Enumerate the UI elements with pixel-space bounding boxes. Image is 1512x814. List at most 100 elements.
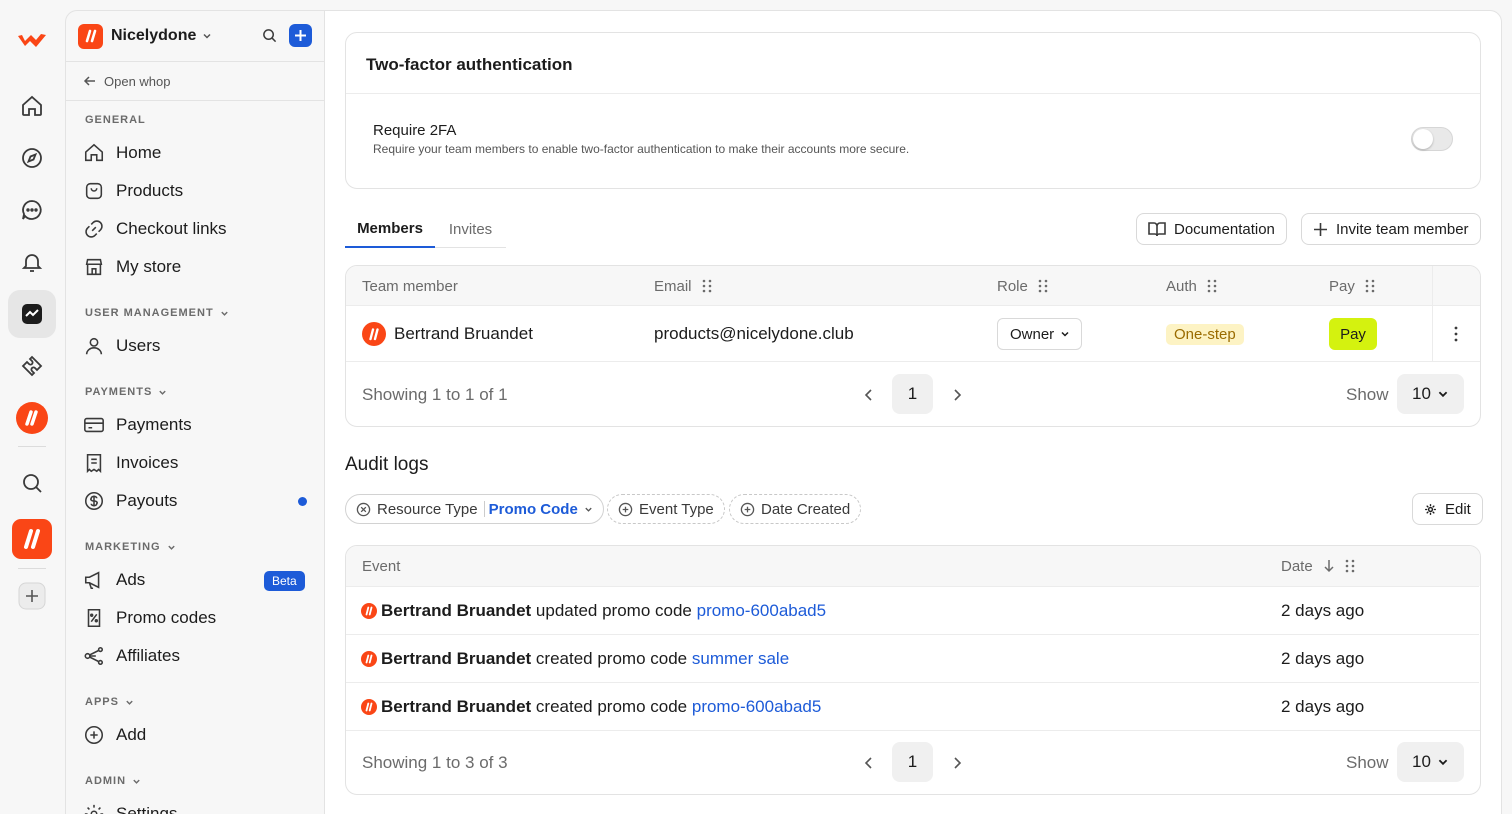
filter-resource-type[interactable]: Resource Type Promo Code: [345, 494, 604, 524]
previous-page-icon[interactable]: [862, 755, 876, 771]
puzzle-icon[interactable]: [8, 342, 56, 390]
section-user-management[interactable]: USER MANAGEMENT: [85, 307, 229, 319]
sidebar-item-home[interactable]: Home: [83, 136, 308, 170]
arrow-left-icon: [83, 76, 95, 86]
plus-icon: [295, 30, 306, 41]
drag-handle-icon: [1345, 559, 1354, 573]
sidebar-item-products[interactable]: Products: [83, 174, 308, 208]
add-store-icon[interactable]: [8, 572, 56, 620]
log-date: 2 days ago: [1281, 696, 1365, 716]
sidebar-item-add[interactable]: Add: [83, 718, 308, 752]
sort-arrow-down-icon: [1324, 560, 1334, 573]
audit-logs-table: Event Date Bertrand Bruandet updated pro…: [345, 545, 1481, 795]
sidebar-item-users[interactable]: Users: [83, 329, 308, 363]
require-2fa-toggle[interactable]: [1411, 127, 1453, 151]
app-rail: [0, 0, 65, 814]
sidebar-item-ads[interactable]: Ads Beta: [83, 563, 308, 597]
documentation-button[interactable]: Documentation: [1136, 213, 1287, 245]
require-2fa-description: Require your team members to enable two-…: [373, 142, 910, 156]
section-payments[interactable]: PAYMENTS: [85, 386, 167, 398]
search-icon[interactable]: [8, 459, 56, 507]
section-apps[interactable]: APPS: [85, 696, 134, 708]
bag-icon: [85, 182, 103, 200]
show-label: Show: [1346, 385, 1389, 404]
page-size-select[interactable]: 10: [1397, 742, 1464, 782]
members-table: Team member Email Role Auth Pay Bertrand…: [345, 265, 1481, 427]
chevron-down-icon: [133, 779, 140, 784]
log-target-link[interactable]: summer sale: [692, 649, 789, 669]
role-select[interactable]: Owner: [997, 318, 1083, 350]
pay-button[interactable]: Pay: [1329, 318, 1377, 350]
log-target-link[interactable]: promo-600abad5: [697, 601, 826, 621]
divider: [346, 93, 1480, 94]
bell-icon[interactable]: [8, 238, 56, 286]
sidebar-item-payouts[interactable]: Payouts: [83, 484, 308, 518]
brand-logo-icon: [78, 23, 103, 49]
dollar-icon: [84, 491, 104, 511]
sidebar-item-my-store[interactable]: My store: [83, 250, 308, 284]
log-date: 2 days ago: [1281, 648, 1365, 668]
home-icon[interactable]: [8, 82, 56, 130]
table-row[interactable]: Bertrand Bruandet updated promo code pro…: [346, 586, 1479, 634]
column-header-email[interactable]: Email: [654, 266, 712, 306]
filter-event-type[interactable]: Event Type: [607, 494, 725, 524]
column-header-auth[interactable]: Auth: [1166, 266, 1217, 306]
invite-team-member-button[interactable]: Invite team member: [1301, 213, 1481, 245]
actor-avatar: [361, 698, 377, 715]
sidebar-item-checkout-links[interactable]: Checkout links: [83, 212, 308, 246]
toggle-knob: [1413, 129, 1433, 149]
page-number[interactable]: 1: [892, 742, 933, 782]
log-target-link[interactable]: promo-600abad5: [692, 697, 821, 717]
home-icon: [84, 143, 104, 162]
pagination-summary: Showing 1 to 1 of 1: [362, 385, 508, 404]
more-options-icon[interactable]: [1450, 324, 1462, 344]
compass-icon[interactable]: [8, 134, 56, 182]
next-page-icon[interactable]: [950, 387, 964, 403]
next-page-icon[interactable]: [950, 755, 964, 771]
sidebar-item-promo-codes[interactable]: Promo codes: [83, 601, 308, 635]
main-content: Two-factor authentication Require 2FA Re…: [325, 10, 1502, 814]
page-number[interactable]: 1: [892, 374, 933, 414]
tab-invites[interactable]: Invites: [435, 210, 506, 248]
log-date: 2 days ago: [1281, 600, 1365, 620]
column-header-date[interactable]: Date: [1281, 546, 1355, 586]
tab-members[interactable]: Members: [345, 210, 435, 248]
table-row[interactable]: Bertrand Bruandet products@nicelydone.cl…: [346, 306, 1480, 362]
require-2fa-label: Require 2FA: [373, 122, 457, 139]
audit-logs-title: Audit logs: [345, 454, 429, 475]
chat-icon[interactable]: [8, 186, 56, 234]
drag-handle-icon: [1207, 279, 1217, 293]
brand-switcher[interactable]: Nicelydone: [66, 11, 324, 61]
search-icon[interactable]: [262, 28, 277, 43]
section-marketing[interactable]: MARKETING: [85, 541, 176, 553]
nicelydone-avatar-icon[interactable]: [8, 394, 56, 442]
page-size-select[interactable]: 10: [1397, 374, 1464, 414]
share-nodes-icon: [84, 646, 104, 666]
chevron-down-icon: [126, 700, 133, 705]
sidebar-item-settings[interactable]: Settings: [83, 797, 308, 814]
analytics-icon[interactable]: [8, 290, 56, 338]
create-button[interactable]: [289, 24, 312, 47]
table-row[interactable]: Bertrand Bruandet created promo code pro…: [346, 682, 1479, 730]
column-header-role[interactable]: Role: [997, 266, 1048, 306]
auth-status-badge: One-step: [1166, 324, 1244, 345]
log-actor: Bertrand Bruandet: [381, 648, 532, 668]
edit-columns-button[interactable]: Edit: [1412, 493, 1483, 525]
plus-circle-icon: [84, 725, 104, 745]
table-row[interactable]: Bertrand Bruandet created promo code sum…: [346, 634, 1479, 682]
two-factor-card: Two-factor authentication Require 2FA Re…: [345, 32, 1481, 189]
log-actor: Bertrand Bruandet: [381, 696, 532, 716]
previous-page-icon[interactable]: [862, 387, 876, 403]
user-icon: [85, 337, 103, 355]
divider: [483, 501, 485, 517]
open-whop-link[interactable]: Open whop: [66, 61, 324, 101]
sidebar-item-affiliates[interactable]: Affiliates: [83, 639, 308, 673]
store-switch-icon[interactable]: [8, 515, 56, 563]
sidebar-item-invoices[interactable]: Invoices: [83, 446, 308, 480]
sidebar-item-payments[interactable]: Payments: [83, 408, 308, 442]
filter-date-created[interactable]: Date Created: [729, 494, 862, 524]
column-header-pay[interactable]: Pay: [1329, 266, 1375, 306]
book-icon: [1148, 222, 1166, 237]
section-admin[interactable]: ADMIN: [85, 775, 141, 787]
whop-logo-icon[interactable]: [8, 17, 56, 65]
